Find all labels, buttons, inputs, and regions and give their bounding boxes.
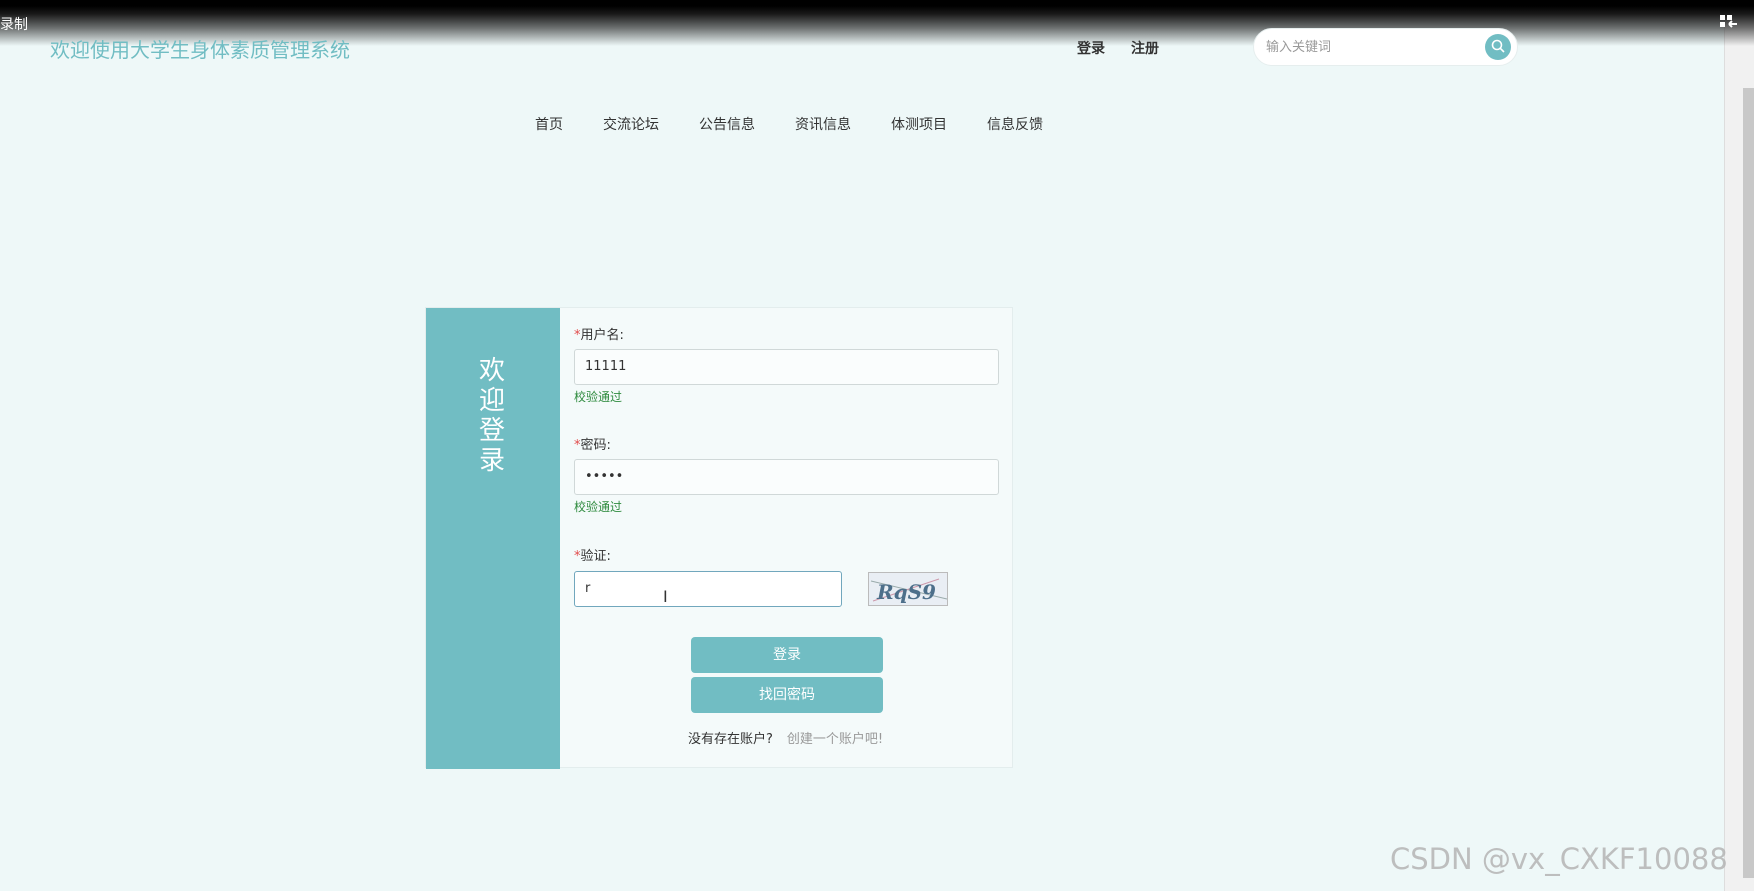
search-box	[1253, 28, 1518, 66]
site-title: 欢迎使用大学生身体素质管理系统	[50, 38, 350, 62]
create-account-link[interactable]: 创建一个账户吧!	[787, 728, 883, 747]
password-label: *密码:	[574, 434, 611, 453]
login-side-banner: 欢迎登录	[426, 308, 560, 769]
nav-test-items[interactable]: 体测项目	[891, 114, 947, 134]
login-link[interactable]: 登录	[1077, 38, 1105, 58]
register-link[interactable]: 注册	[1131, 38, 1159, 58]
text-cursor-icon: I	[663, 587, 668, 606]
nav-home[interactable]: 首页	[535, 114, 563, 134]
nav-feedback[interactable]: 信息反馈	[987, 114, 1043, 134]
username-label-text: 用户名:	[580, 328, 624, 343]
nav-news[interactable]: 资讯信息	[795, 114, 851, 134]
login-form: *用户名: 11111 校验通过 *密码: ••••• 校验通过 *验证: r …	[574, 308, 1004, 769]
top-links: 登录 注册	[1077, 38, 1159, 58]
password-label-text: 密码:	[580, 438, 611, 453]
captcha-label: *验证:	[574, 545, 611, 564]
scrollbar-thumb[interactable]	[1743, 88, 1754, 878]
main-nav: 首页 交流论坛 公告信息 资讯信息 体测项目 信息反馈	[535, 114, 1083, 134]
username-status: 校验通过	[574, 390, 623, 404]
login-button[interactable]: 登录	[691, 637, 883, 673]
username-label: *用户名:	[574, 324, 624, 343]
password-status: 校验通过	[574, 500, 623, 514]
nav-announcements[interactable]: 公告信息	[699, 114, 755, 134]
captcha-label-text: 验证:	[580, 549, 611, 564]
captcha-text: RqS9	[876, 580, 936, 604]
search-icon	[1491, 38, 1505, 57]
captcha-image[interactable]: RqS9	[868, 572, 948, 606]
search-button[interactable]	[1485, 34, 1511, 60]
watermark: CSDN @vx_CXKF10088	[1390, 842, 1728, 876]
login-side-title: 欢迎登录	[478, 356, 505, 476]
scrollbar[interactable]	[1724, 0, 1754, 891]
captcha-input[interactable]: r I	[574, 571, 842, 607]
no-account-text: 没有存在账户?	[688, 732, 773, 747]
exit-fullscreen-icon[interactable]	[1720, 14, 1738, 28]
forgot-password-button[interactable]: 找回密码	[691, 677, 883, 713]
login-panel: 欢迎登录 *用户名: 11111 校验通过 *密码: ••••• 校验通过 *验…	[425, 307, 1013, 769]
password-input[interactable]: •••••	[574, 459, 999, 495]
captcha-input-value: r	[585, 581, 591, 596]
recording-label: 录制	[0, 17, 28, 33]
nav-forum[interactable]: 交流论坛	[603, 114, 659, 134]
signup-row: 没有存在账户? 创建一个账户吧!	[688, 728, 883, 747]
username-input[interactable]: 11111	[574, 349, 999, 385]
search-input[interactable]	[1266, 37, 1466, 57]
